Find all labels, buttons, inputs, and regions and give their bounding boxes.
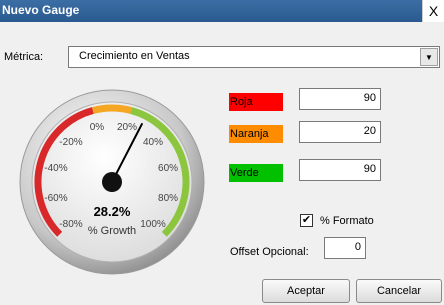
metrica-label: Métrica:: [4, 51, 44, 63]
verde-color-swatch[interactable]: Verde: [229, 164, 283, 182]
gauge-band-orange: [91, 104, 133, 114]
roja-input[interactable]: 90: [299, 88, 381, 110]
verde-input[interactable]: 90: [299, 159, 381, 181]
gauge-tick-label: 0%: [90, 122, 105, 133]
title-bar: Nuevo Gauge X: [0, 0, 444, 22]
naranja-color-swatch[interactable]: Naranja: [229, 125, 283, 143]
gauge-tick-label: -40%: [44, 163, 67, 174]
offset-input[interactable]: 0: [324, 237, 366, 259]
gauge-hub: [102, 172, 122, 192]
cancelar-button[interactable]: Cancelar: [356, 279, 442, 303]
metrica-dropdown[interactable]: Crecimiento en Ventas ▼: [68, 46, 440, 68]
gauge-tick-label: -60%: [44, 193, 67, 204]
metrica-value: Crecimiento en Ventas: [79, 50, 190, 62]
gauge-tick-label: -80%: [59, 219, 82, 230]
gauge-tick-label: 80%: [158, 193, 178, 204]
window-title: Nuevo Gauge: [2, 3, 80, 17]
formato-checkbox[interactable]: ✔: [300, 214, 313, 227]
chevron-down-icon[interactable]: ▼: [420, 48, 438, 66]
formato-label: % Formato: [320, 215, 374, 227]
gauge-caption: % Growth: [88, 225, 136, 237]
gauge-tick-label: 20%: [117, 122, 137, 133]
gauge-tick-label: 100%: [140, 219, 166, 230]
gauge-value: 28.2%: [94, 204, 131, 219]
close-icon[interactable]: X: [422, 0, 444, 22]
gauge-preview: -80% -60% -40% -20% 0% 20% 40% 60% 80% 100% 28.2%…: [19, 89, 205, 275]
aceptar-button[interactable]: Aceptar: [262, 279, 350, 303]
dialog-window: Nuevo Gauge X Métrica: Crecimiento en Ve…: [0, 0, 444, 305]
gauge-tick-label: -20%: [59, 137, 82, 148]
gauge-tick-label: 40%: [143, 137, 163, 148]
gauge-tick-label: 60%: [158, 163, 178, 174]
roja-color-swatch[interactable]: Roja: [229, 93, 283, 111]
offset-label: Offset Opcional:: [230, 246, 309, 258]
naranja-input[interactable]: 20: [299, 121, 381, 143]
